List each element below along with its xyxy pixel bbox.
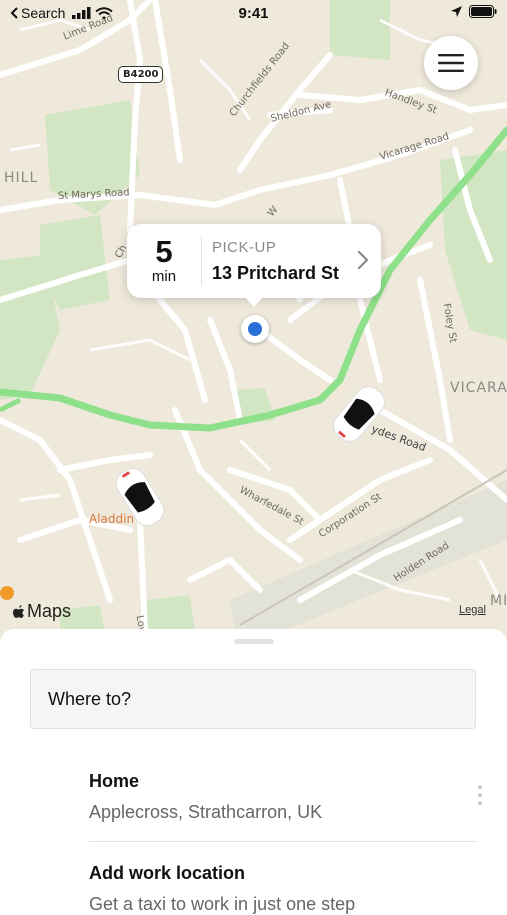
road-shield: B4200 xyxy=(118,66,164,83)
eta-value: 5 xyxy=(155,234,173,269)
status-bar: Search 9:41 xyxy=(0,0,507,28)
maps-attribution-text: Maps xyxy=(27,601,72,621)
area-label: VICARA xyxy=(450,380,507,396)
location-arrow-icon xyxy=(451,6,462,17)
where-to-input[interactable] xyxy=(46,687,460,711)
maps-attribution: Maps xyxy=(12,601,71,622)
sheet-drag-handle[interactable] xyxy=(234,639,274,644)
bottom-sheet: Home Applecross, Strathcarron, UK Add wo… xyxy=(0,629,507,914)
divider xyxy=(201,236,202,286)
saved-place-home[interactable]: Home Applecross, Strathcarron, UK xyxy=(89,771,322,823)
current-location-pin[interactable] xyxy=(241,315,269,343)
destination-search-field[interactable] xyxy=(30,669,476,729)
legal-link[interactable]: Legal xyxy=(459,604,486,616)
divider xyxy=(89,841,477,842)
map-view[interactable]: Lime Road Churchfields Road Handley St S… xyxy=(0,0,507,640)
place-title: Home xyxy=(89,771,140,791)
saved-place-add-work[interactable]: Add work location Get a taxi to work in … xyxy=(89,863,355,915)
status-right xyxy=(450,5,497,18)
place-subtitle: Get a taxi to work in just one step xyxy=(89,894,356,914)
poi-restaurant-icon[interactable] xyxy=(0,586,14,600)
place-subtitle: Applecross, Strathcarron, UK xyxy=(89,802,323,822)
place-title: Add work location xyxy=(89,863,246,883)
chevron-right-icon xyxy=(357,250,369,270)
hamburger-menu-icon xyxy=(438,54,464,72)
taxi-car-icon xyxy=(115,468,165,526)
eta-unit: min xyxy=(151,268,177,285)
pickup-callout[interactable]: 5 min PICK-UP 13 Pritchard St xyxy=(127,224,381,307)
menu-button[interactable] xyxy=(424,36,478,90)
pickup-address: 13 Pritchard St xyxy=(212,263,340,283)
apple-logo-icon xyxy=(13,604,24,618)
taxi-car-icon xyxy=(333,386,385,442)
pickup-label: PICK-UP xyxy=(212,239,277,256)
area-label: HILL xyxy=(4,170,39,186)
more-options-icon[interactable] xyxy=(474,785,486,811)
eta-box: 5 min xyxy=(127,224,201,298)
battery-icon xyxy=(469,5,497,18)
status-time: 9:41 xyxy=(238,5,269,22)
area-label: MI xyxy=(490,593,507,609)
